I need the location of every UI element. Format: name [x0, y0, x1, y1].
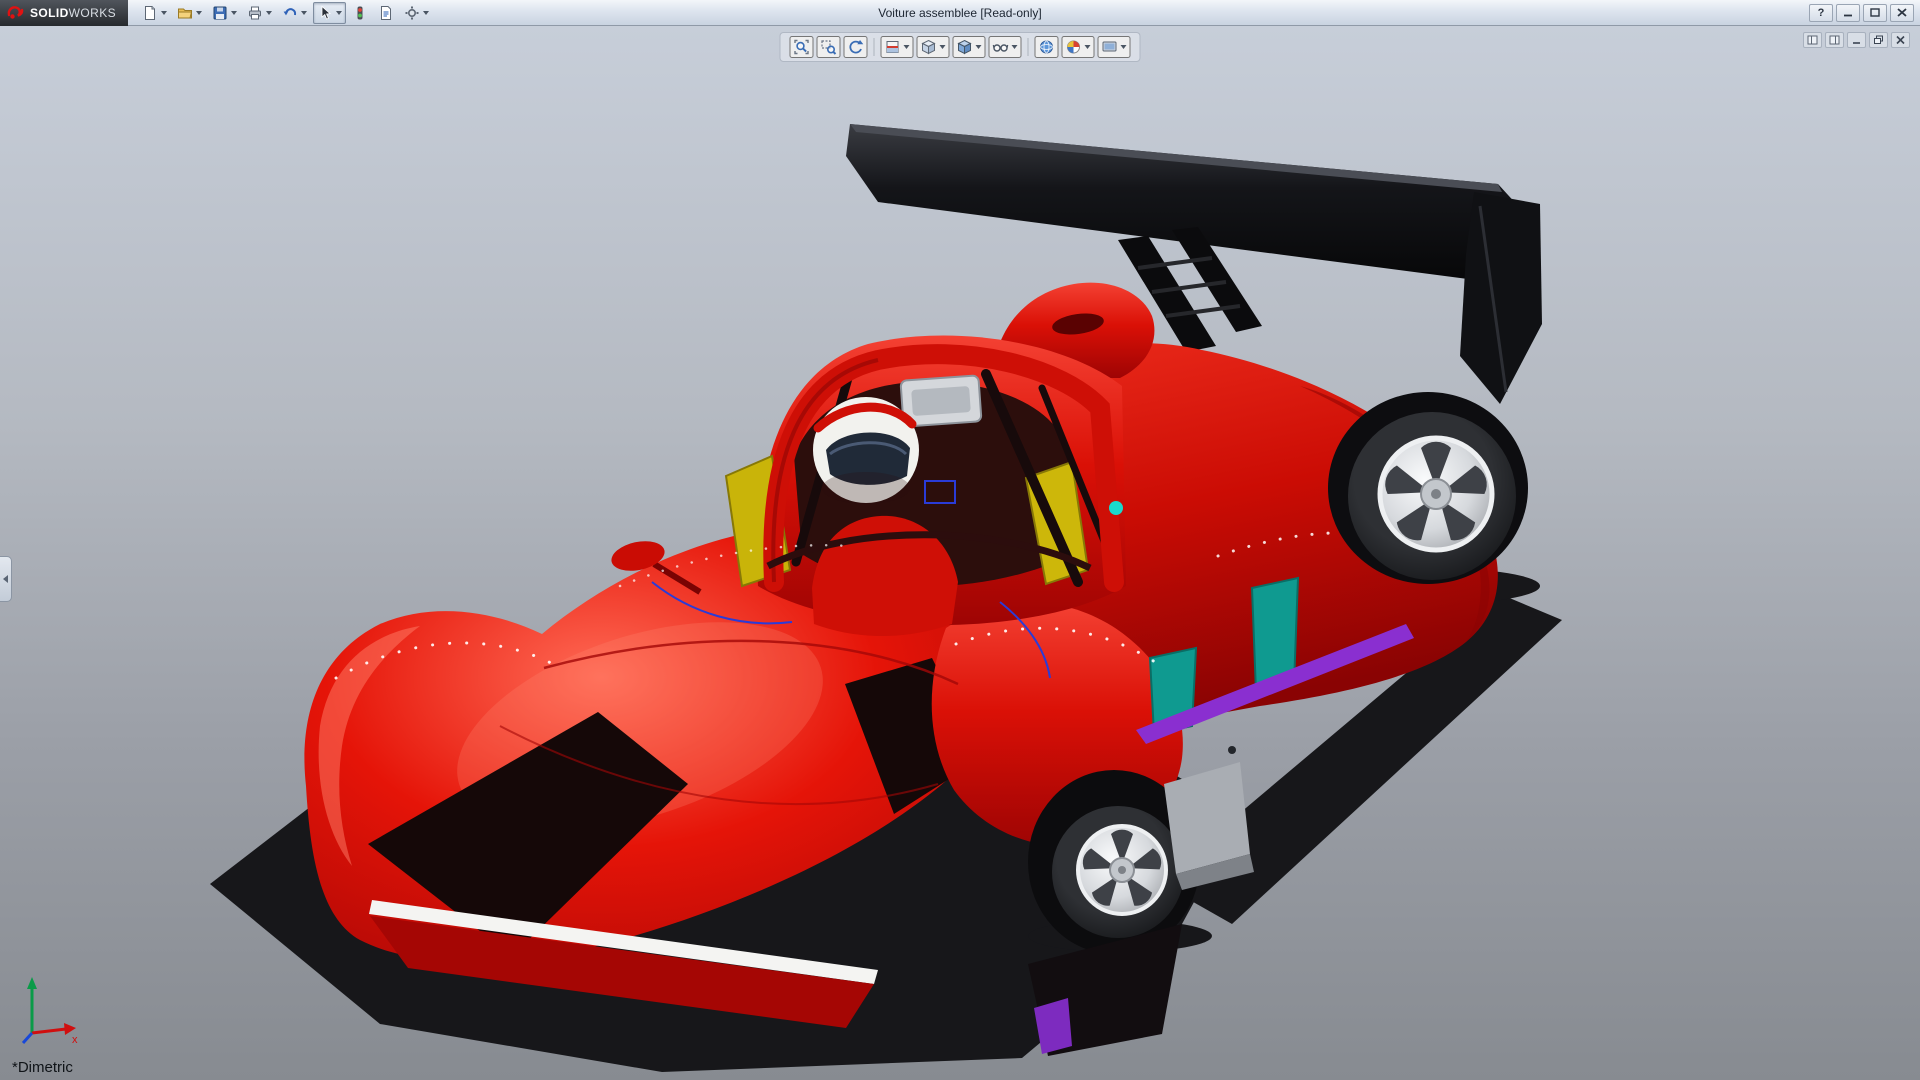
view-settings-icon [1102, 39, 1118, 55]
title-bar: SOLIDWORKS [0, 0, 1920, 26]
chevron-left-icon [3, 575, 8, 583]
dropdown-caret [301, 11, 307, 15]
file-properties-button[interactable] [374, 2, 398, 24]
zoom-to-fit-icon [794, 39, 810, 55]
maximize-button[interactable] [1863, 4, 1887, 22]
view-orientation-label: *Dimetric [12, 1059, 73, 1076]
edit-appearance-button[interactable] [1062, 36, 1095, 58]
hide-show-items-button[interactable] [989, 36, 1022, 58]
apply-scene-button[interactable] [1035, 36, 1059, 58]
pane-icon [1829, 35, 1840, 45]
file-properties-icon [378, 5, 394, 21]
window-controls: ? [1809, 4, 1920, 22]
section-view-icon [885, 39, 901, 55]
3ds-logo-icon [6, 4, 24, 22]
heads-up-toolbar [780, 32, 1141, 62]
rear-right-wheel[interactable] [1328, 392, 1528, 584]
quick-access-toolbar [138, 2, 433, 24]
scene-canvas [0, 26, 1920, 1080]
toolbar-separator [1028, 38, 1029, 56]
graphics-area[interactable]: x *Dimetric [0, 26, 1920, 1080]
axis-x-label: x [72, 1034, 78, 1046]
close-button[interactable] [1890, 4, 1914, 22]
pane-icon [1807, 35, 1818, 45]
window-title: Voiture assemblee [Read-only] [878, 6, 1041, 20]
print-icon [247, 5, 263, 21]
dropdown-caret [1085, 45, 1091, 49]
rebuild-icon [352, 5, 368, 21]
section-view-button[interactable] [881, 36, 914, 58]
select-cursor-icon [317, 5, 333, 21]
triad-icon: x [16, 971, 88, 1049]
options-button[interactable] [400, 2, 433, 24]
dropdown-caret [336, 11, 342, 15]
help-glyph: ? [1818, 7, 1825, 19]
view-pane-right-button[interactable] [1825, 32, 1844, 48]
new-document-icon [142, 5, 158, 21]
dropdown-caret [231, 11, 237, 15]
solidworks-logo: SOLIDWORKS [0, 0, 128, 26]
dropdown-caret [1121, 45, 1127, 49]
dropdown-caret [266, 11, 272, 15]
maximize-icon [1870, 8, 1880, 17]
display-style-button[interactable] [953, 36, 986, 58]
view-settings-button[interactable] [1098, 36, 1131, 58]
print-button[interactable] [243, 2, 276, 24]
dropdown-caret [1012, 45, 1018, 49]
minimize-button[interactable] [1836, 4, 1860, 22]
zoom-to-area-button[interactable] [817, 36, 841, 58]
dropdown-caret [423, 11, 429, 15]
zoom-to-fit-button[interactable] [790, 36, 814, 58]
save-icon [212, 5, 228, 21]
document-window-controls [1803, 32, 1910, 48]
view-pane-left-button[interactable] [1803, 32, 1822, 48]
undo-button[interactable] [278, 2, 311, 24]
previous-view-button[interactable] [844, 36, 868, 58]
restore-icon [1873, 35, 1884, 45]
toolbar-separator [874, 38, 875, 56]
minimize-icon [1851, 35, 1862, 45]
dropdown-caret [904, 45, 910, 49]
dropdown-caret [161, 11, 167, 15]
options-gear-icon [404, 5, 420, 21]
display-style-cube-icon [957, 39, 973, 55]
solidworks-window: SOLIDWORKS [0, 0, 1920, 1080]
dropdown-caret [196, 11, 202, 15]
view-orientation-button[interactable] [917, 36, 950, 58]
save-button[interactable] [208, 2, 241, 24]
orientation-triad: x [16, 971, 88, 1054]
minimize-document-button[interactable] [1847, 32, 1866, 48]
appearance-ball-icon [1066, 39, 1082, 55]
minimize-icon [1843, 8, 1853, 17]
open-button[interactable] [173, 2, 206, 24]
close-icon [1895, 35, 1906, 45]
purple-trim-lower [1034, 998, 1072, 1054]
undo-icon [282, 5, 298, 21]
close-icon [1897, 8, 1907, 17]
help-button[interactable]: ? [1809, 4, 1833, 22]
brand-text: SOLIDWORKS [30, 6, 116, 20]
feature-panel-handle[interactable] [0, 556, 12, 602]
zoom-to-area-icon [821, 39, 837, 55]
globe-icon [1039, 39, 1055, 55]
close-document-button[interactable] [1891, 32, 1910, 48]
open-folder-icon [177, 5, 193, 21]
restore-document-button[interactable] [1869, 32, 1888, 48]
cyan-marker [1109, 501, 1123, 515]
select-button[interactable] [313, 2, 346, 24]
new-document-button[interactable] [138, 2, 171, 24]
sidepod-panel[interactable] [1164, 762, 1254, 890]
dropdown-caret [976, 45, 982, 49]
previous-view-icon [848, 39, 864, 55]
glasses-icon [993, 39, 1009, 55]
rebuild-button[interactable] [348, 2, 372, 24]
view-orientation-cube-icon [921, 39, 937, 55]
dropdown-caret [940, 45, 946, 49]
